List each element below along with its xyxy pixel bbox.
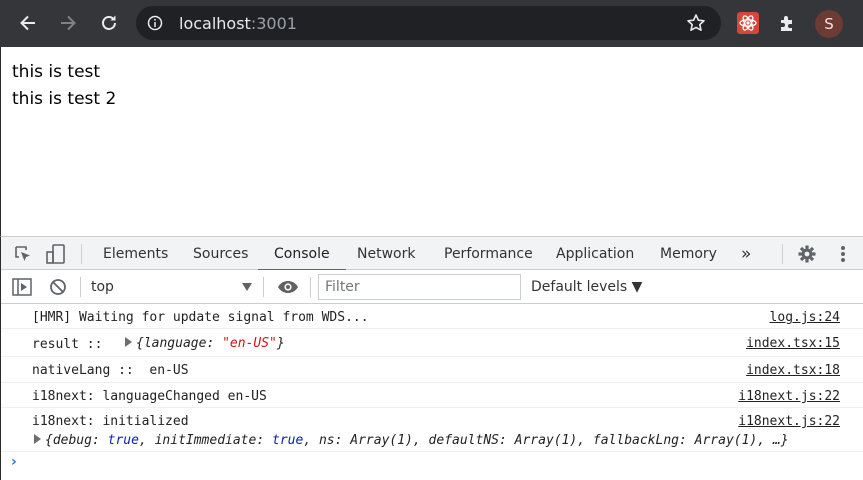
console-message-text: [HMR] Waiting for update signal from WDS…	[32, 310, 369, 325]
divider	[80, 277, 81, 297]
object-text: , initImmediate:	[138, 433, 272, 448]
source-link[interactable]: i18next.js:22	[738, 414, 840, 429]
console-message-text: i18next: initialized	[32, 414, 189, 429]
profile-avatar[interactable]: S	[815, 10, 843, 38]
object-key: {language:	[136, 336, 223, 351]
tab-memory[interactable]: Memory	[658, 237, 719, 270]
console-message-row: [HMR] Waiting for update signal from WDS…	[1, 304, 863, 329]
more-tabs-button[interactable]: »	[739, 237, 753, 270]
tab-elements[interactable]: Elements	[101, 237, 170, 270]
settings-button[interactable]	[796, 243, 818, 265]
reload-button[interactable]	[94, 8, 124, 38]
clear-circle-slash-icon	[50, 279, 66, 295]
react-devtools-extension-icon[interactable]	[737, 12, 759, 34]
object-boolean-value: true	[107, 433, 139, 448]
devtools-tab-bar: Elements Sources Console Network Perform…	[1, 237, 863, 271]
console-message-row: result :: {language: "en-US"} index.tsx:…	[1, 329, 863, 357]
site-info-icon[interactable]	[147, 15, 163, 31]
console-filter-bar: top Default levels ▼	[1, 270, 863, 304]
url-text: localhost:3001	[179, 14, 297, 33]
console-prompt[interactable]: ›	[11, 454, 17, 470]
arrow-left-icon	[20, 15, 35, 31]
js-context-select[interactable]: top	[91, 279, 114, 295]
tab-sources[interactable]: Sources	[191, 237, 250, 270]
object-string-value: "en-US"	[222, 336, 277, 351]
expand-triangle-icon[interactable]	[125, 337, 132, 347]
console-message-text: nativeLang :: en-US	[32, 363, 189, 378]
devtools-panel: Elements Sources Console Network Perform…	[0, 236, 863, 480]
source-link[interactable]: log.js:24	[770, 310, 840, 325]
device-toolbar-button[interactable]	[45, 243, 67, 265]
address-bar[interactable]: localhost:3001	[136, 6, 721, 40]
expand-triangle-icon[interactable]	[34, 434, 41, 444]
divider	[263, 277, 264, 297]
console-message-text: i18next: languageChanged en-US	[32, 389, 267, 404]
divider	[81, 244, 82, 264]
inspect-element-button[interactable]	[13, 244, 33, 264]
object-text: {debug:	[45, 433, 108, 448]
console-message-text: result ::	[32, 337, 103, 352]
inspect-cursor-icon	[15, 246, 30, 261]
chevron-down-icon[interactable]	[242, 283, 252, 291]
bookmark-star-icon[interactable]	[686, 13, 706, 33]
back-button[interactable]	[13, 8, 43, 38]
live-expression-button[interactable]	[276, 277, 300, 297]
object-brace: }	[276, 336, 285, 351]
source-link[interactable]: index.tsx:15	[746, 336, 840, 351]
url-host: localhost	[179, 14, 251, 33]
tab-console[interactable]: Console	[258, 237, 346, 271]
customize-menu-button[interactable]	[833, 243, 853, 265]
browser-toolbar: localhost:3001 S	[0, 0, 863, 47]
sidebar-toggle-icon	[12, 278, 32, 296]
page-text-line: this is test 2	[12, 89, 117, 109]
object-preview[interactable]: {debug: true, initImmediate: true, ns: A…	[34, 433, 789, 448]
divider	[782, 244, 783, 264]
console-message-row: nativeLang :: en-US index.tsx:18	[1, 357, 863, 383]
extensions-puzzle-icon[interactable]	[777, 12, 799, 34]
tab-network[interactable]: Network	[355, 237, 417, 270]
device-mode-icon	[46, 244, 65, 264]
tab-performance[interactable]: Performance	[442, 237, 535, 270]
reload-icon	[102, 15, 116, 30]
url-port: :3001	[250, 14, 297, 33]
forward-button[interactable]	[53, 8, 83, 38]
eye-icon	[278, 281, 298, 293]
gear-icon	[798, 245, 816, 263]
source-link[interactable]: index.tsx:18	[746, 363, 840, 378]
object-text: , ns: Array(1), defaultNS: Array(1), fal…	[303, 433, 789, 448]
more-vertical-icon	[841, 246, 845, 262]
divider	[310, 277, 311, 297]
arrow-right-icon	[61, 15, 76, 31]
show-sidebar-button[interactable]	[11, 277, 33, 297]
page-viewport: this is test this is test 2	[0, 47, 863, 236]
page-text-line: this is test	[12, 62, 101, 82]
source-link[interactable]: i18next.js:22	[738, 389, 840, 404]
console-message-row: i18next: languageChanged en-US i18next.j…	[1, 383, 863, 408]
object-boolean-value: true	[272, 433, 304, 448]
clear-console-button[interactable]	[47, 277, 69, 297]
object-preview[interactable]: {language: "en-US"}	[125, 336, 285, 351]
log-levels-dropdown[interactable]: Default levels ▼	[531, 279, 642, 295]
console-message-row: i18next: initialized i18next.js:22 {debu…	[1, 408, 863, 452]
tab-application[interactable]: Application	[554, 237, 636, 270]
console-output: [HMR] Waiting for update signal from WDS…	[1, 304, 863, 480]
console-filter-input[interactable]	[318, 274, 521, 300]
